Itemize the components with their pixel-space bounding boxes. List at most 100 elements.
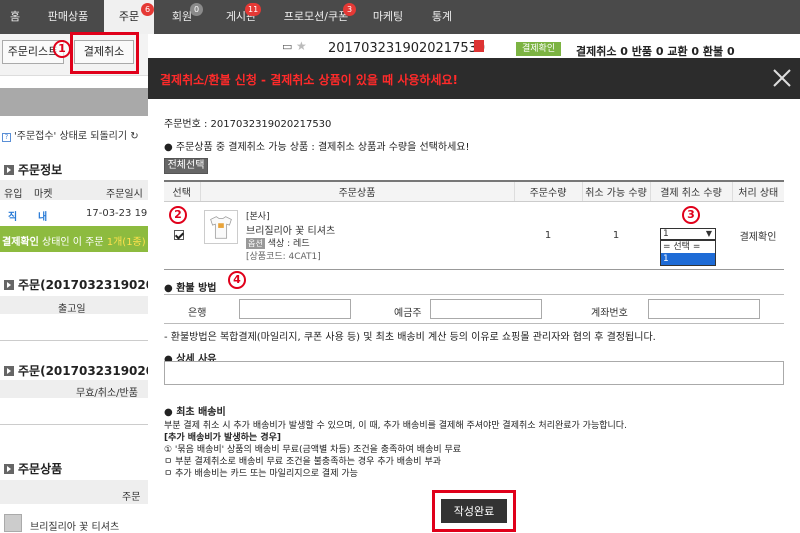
inflow-value: 직	[8, 212, 18, 223]
help-icon: ?	[2, 133, 11, 142]
dropdown-option[interactable]: = 선택 =	[661, 241, 715, 253]
cancel-refund-modal: 결제취소/환불 신청 - 결제취소 상품이 있을 때 사용하세요! 주문번호 :…	[148, 58, 800, 533]
col-select: 선택	[164, 180, 200, 202]
refund-account-row: 은행 예금주 계좌번호	[164, 294, 784, 324]
modal-title: 결제취소/환불 신청 - 결제취소 상품이 있을 때 사용하세요!	[160, 73, 459, 87]
chevron-down-icon: ▼	[705, 229, 712, 238]
badge-count: 0	[190, 3, 203, 16]
annotation-3: 3	[682, 206, 700, 224]
tshirt-icon	[210, 216, 232, 239]
col-market: 마켓	[34, 189, 53, 200]
print-icon[interactable]	[474, 40, 484, 52]
col-cancel-qty: 결제 취소 수량	[649, 180, 732, 202]
product-thumbnail	[204, 210, 238, 244]
account-number-label: 계좌번호	[591, 308, 628, 319]
divider	[0, 424, 148, 425]
order-qty-value: 1	[514, 201, 582, 270]
tab-marketing[interactable]: 마케팅	[366, 0, 410, 34]
product-option: 옵션 색상 : 레드	[246, 236, 310, 249]
annotation-1: 1	[53, 40, 71, 58]
dropdown-option-selected[interactable]: 1	[661, 253, 715, 265]
revert-text: '주문접수' 상태로 되돌리기	[14, 131, 128, 142]
order-date-value: 17-03-23 19:0	[86, 208, 158, 219]
reason-textarea[interactable]	[164, 361, 784, 385]
option-text: 색상 : 레드	[267, 239, 310, 249]
market-value: 내	[38, 212, 48, 223]
col-order-date: 주문일시	[106, 189, 143, 200]
badge-count: 3	[343, 3, 356, 16]
product-code: [상품코드: 4CAT1]	[246, 252, 321, 262]
submit-highlight: 작성완료	[432, 490, 516, 532]
order-number-label: 주문번호 : 201703231902021753​0	[164, 119, 332, 130]
tab-label: 홈	[9, 10, 21, 23]
shipping-case-3: ㅁ 추가 배송비는 카드 또는 마일리지으로 결제 가능	[164, 469, 358, 479]
shipping-fee-title: ● 최초 배송비	[164, 407, 226, 418]
section-title: 주문상품	[18, 462, 63, 476]
top-nav: 홈 판매상품 주문 6 회원 0 게시판 11 프로모션/쿠폰 3 마케팅 통계	[0, 0, 800, 34]
refresh-icon: ↻	[130, 131, 139, 142]
tab-label: 주문	[118, 10, 140, 23]
memo-icon[interactable]: ▭	[282, 40, 292, 53]
col-inflow: 유입	[4, 189, 23, 200]
section-icon	[4, 280, 14, 290]
option-tag: 옵션	[246, 238, 265, 249]
annotation-box-cancel	[70, 32, 139, 74]
col-status: 처리 상태	[731, 180, 784, 202]
badge-count: 6	[141, 3, 154, 16]
tab-members[interactable]: 회원 0	[160, 0, 204, 34]
select-all-button[interactable]: 전체선택	[164, 158, 208, 174]
refund-note: - 환불방법은 복합결제(마일리지, 쿠폰 사용 등) 및 최초 배송비 계산 …	[164, 332, 656, 343]
void-col: 무효/취소/반품	[76, 388, 138, 399]
claim-stats: 결제취소 0 반품 0 교환 0 환불 0	[576, 45, 735, 58]
status-count: 1개(1종)	[106, 237, 146, 248]
tab-products[interactable]: 판매상품	[34, 0, 102, 34]
col-product: 주문상품	[199, 180, 514, 202]
cancelable-qty-value: 1	[582, 201, 650, 270]
account-holder-label: 예금주	[394, 308, 422, 319]
account-holder-input[interactable]	[430, 299, 542, 319]
account-number-input[interactable]	[648, 299, 760, 319]
tab-board[interactable]: 게시판 11	[212, 0, 270, 34]
tab-stats[interactable]: 통계	[424, 0, 460, 34]
product-name: 브리질리아 꽃 티셔츠	[30, 522, 120, 533]
tab-label: 판매상품	[47, 10, 89, 23]
annotation-2: 2	[169, 206, 187, 224]
tab-label: 통계	[431, 10, 453, 23]
gray-divider-bar	[0, 88, 148, 116]
product-brand: [본사]	[246, 212, 270, 222]
section-icon	[4, 165, 14, 175]
order-number: 20170323190202175​30	[328, 41, 486, 56]
tab-orders[interactable]: 주문 6	[104, 0, 154, 34]
status-bold: 결제확인	[2, 237, 39, 248]
section-title: 주문정보	[18, 163, 63, 177]
status-value: 결제확인	[732, 201, 784, 270]
status-badge: 결제확인	[516, 42, 562, 56]
tab-label: 프로모션/쿠폰	[283, 10, 349, 23]
col-cancelable-qty: 취소 가능 수량	[581, 180, 650, 202]
ship-date-col: 출고일	[58, 304, 86, 315]
tab-home[interactable]: 홈	[0, 0, 30, 34]
products-title: 주문상품	[4, 460, 62, 477]
product-name-link[interactable]: 브리질리아 꽃 티셔츠	[246, 222, 335, 237]
modal-header: 결제취소/환불 신청 - 결제취소 상품이 있을 때 사용하세요!	[148, 58, 800, 99]
tab-label: 마케팅	[372, 10, 404, 23]
section-icon	[4, 464, 14, 474]
close-icon[interactable]	[772, 68, 792, 88]
star-icon[interactable]: ★	[296, 39, 307, 53]
annotation-4: 4	[228, 271, 246, 289]
divider	[0, 340, 148, 341]
tab-promotion[interactable]: 프로모션/쿠폰 3	[276, 0, 356, 34]
order-info-title: 주문정보	[4, 161, 62, 178]
status-text: 결제확인 상태인 이 주문 1개(1종)	[2, 233, 146, 248]
item-checkbox[interactable]	[174, 230, 184, 240]
revert-link[interactable]: ? '주문접수' 상태로 되돌리기 ↻	[2, 127, 139, 142]
cancel-qty-select[interactable]: 1 ▼	[660, 228, 716, 240]
refund-method-title: ● 환불 방법	[164, 283, 217, 294]
select-value: 1	[663, 229, 669, 239]
badge-count: 11	[245, 3, 262, 16]
col-order-qty: 주문수량	[513, 180, 582, 202]
bank-input[interactable]	[239, 299, 351, 319]
submit-button[interactable]: 작성완료	[441, 499, 507, 523]
cancel-qty-dropdown: = 선택 = 1	[660, 240, 716, 266]
status-mid: 상태인 이 주문	[38, 237, 107, 248]
